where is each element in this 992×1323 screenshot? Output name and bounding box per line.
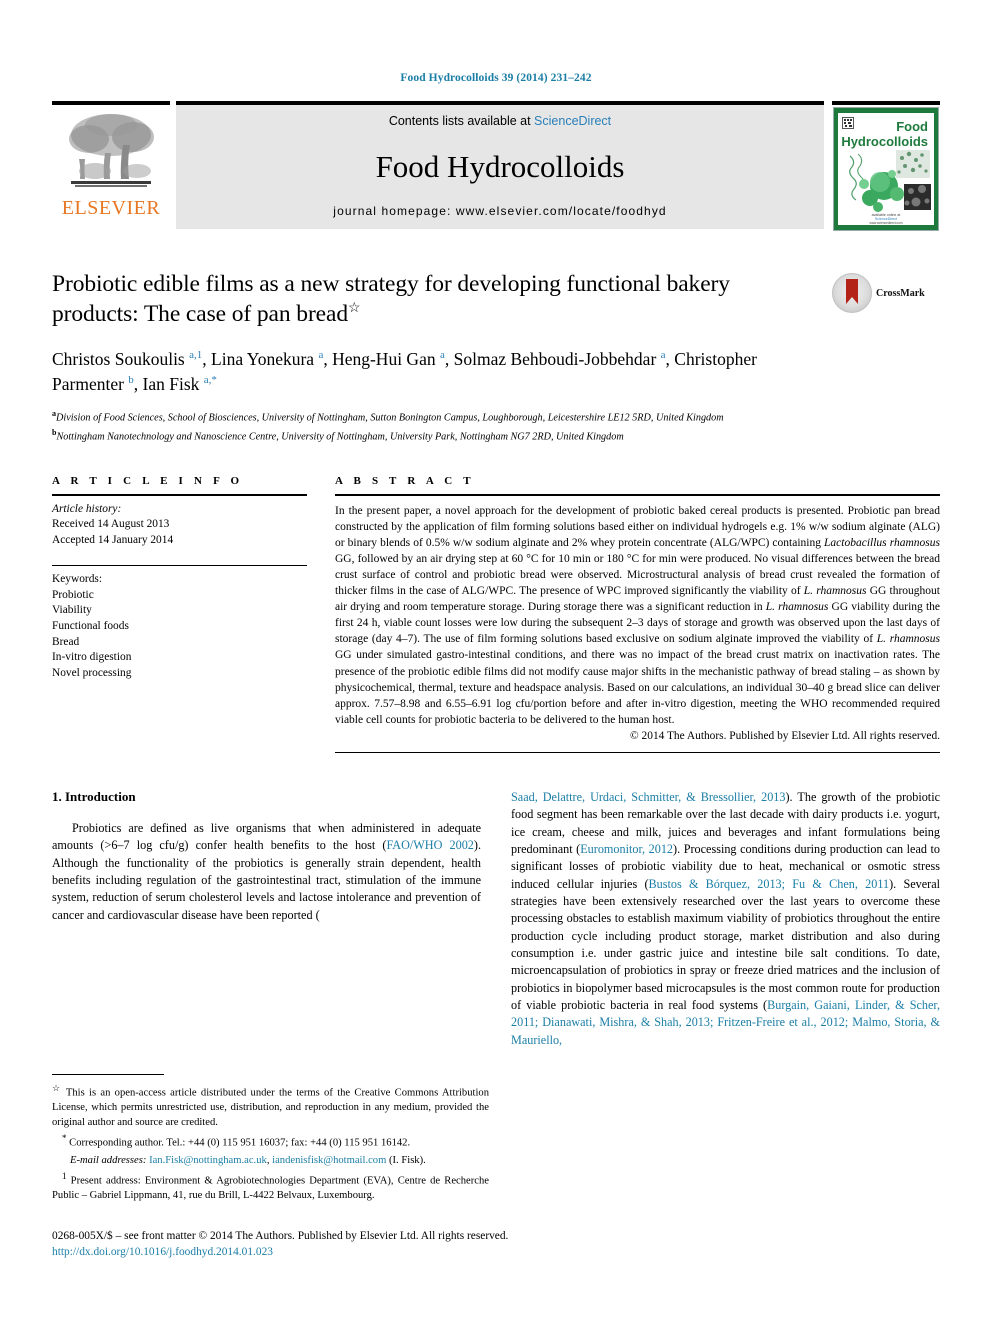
abstract-heading: A B S T R A C T [335,474,475,487]
affiliation-b-text: Nottingham Nanotechnology and Nanoscienc… [56,431,624,443]
journal-cover-block: Food Hydrocolloids available online at S… [832,101,940,231]
email-link-secondary[interactable]: iandenisfisk@hotmail.com [272,1155,386,1166]
email-link-primary[interactable]: Ian.Fisk@nottingham.ac.uk [149,1155,267,1166]
article-accepted-date: Accepted 14 January 2014 [52,534,174,547]
footnote-open-access-text: This is an open-access article distribut… [52,1087,489,1128]
keywords-rule [52,564,307,566]
contents-prefix: Contents lists available at [388,114,535,128]
front-matter-line: 0268-005X/$ – see front matter © 2014 Th… [52,1229,509,1242]
affiliation-a-text: Division of Food Sciences, School of Bio… [56,412,724,424]
crossmark-label: CrossMark [876,287,925,299]
keyword-item: Viability [52,604,92,617]
keywords-label: Keywords: [52,572,102,585]
journal-cover-image: Food Hydrocolloids available online at S… [833,107,939,231]
intro-paragraph-left: Probiotics are defined as live organisms… [52,820,481,922]
journal-banner: Contents lists available at ScienceDirec… [176,101,824,229]
keyword-item: Bread [52,635,80,648]
affiliation-b: bNottingham Nanotechnology and Nanoscien… [52,427,624,443]
keyword-item: Functional foods [52,620,129,632]
title-area: Probiotic edible films as a new strategy… [52,269,940,445]
keywords-block: Keywords: Probiotic Viability Functional… [52,564,307,682]
keywords-list: Keywords: Probiotic Viability Functional… [52,572,307,682]
article-title-text: Probiotic edible films as a new strategy… [52,271,730,328]
article-info-heading: A R T I C L E I N F O [52,474,244,487]
body-columns: 1. Introduction Probiotics are defined a… [52,789,940,1049]
elsevier-tree-icon [69,114,154,187]
doi-link[interactable]: http://dx.doi.org/10.1016/j.foodhyd.2014… [52,1244,508,1261]
footnote-emails: E-mail addresses: Ian.Fisk@nottingham.ac… [52,1154,489,1169]
info-abstract-row: A R T I C L E I N F O Article history: R… [52,475,940,753]
svg-text:www.sciencedirect.com: www.sciencedirect.com [869,221,902,225]
abstract-rule-top [335,493,940,496]
keyword-item: Probiotic [52,588,94,601]
keyword-item: Novel processing [52,667,132,680]
footnote-corresponding-text: Corresponding author. Tel.: +44 (0) 115 … [69,1137,411,1149]
journal-cover-art: Food Hydrocolloids available online at S… [834,108,938,230]
abstract-text: In the present paper, a novel approach f… [335,504,940,726]
footnote-present-address-text: Present address: Environment & Agrobiote… [52,1175,489,1202]
article-info-rule-top [52,493,307,496]
footnote-present-address: 1 Present address: Environment & Agrobio… [52,1170,489,1204]
journal-title: Food Hydrocolloids [375,148,625,184]
contents-list-line: Contents lists available at ScienceDirec… [389,114,611,128]
article-history-label: Article history: [52,502,122,515]
article-info-column: A R T I C L E I N F O Article history: R… [52,475,335,682]
crossmark-icon [832,273,872,313]
footnote-rule [52,1074,164,1080]
sciencedirect-link[interactable]: ScienceDirect [534,114,611,128]
body-column-right: Saad, Delattre, Urdaci, Schmitter, & Bre… [511,789,940,1049]
svg-text:Food: Food [896,119,928,134]
journal-article-page: Food Hydrocolloids 39 (2014) 231–242 ELS… [0,0,992,1323]
section-title-introduction: 1. Introduction [52,788,136,804]
footnote-open-access: ☆ This is an open-access article distrib… [52,1082,489,1130]
page-footer: 0268-005X/$ – see front matter © 2014 Th… [52,1228,508,1261]
footnote-superscript-one: 1 [62,1171,67,1182]
elsevier-wordmark: ELSEVIER [61,197,161,219]
footnote-email-suffix: (I. Fisk). [389,1154,426,1166]
abstract-copyright: © 2014 The Authors. Published by Elsevie… [630,729,940,742]
footnote-asterisk-icon: * [62,1133,67,1144]
svg-text:Hydrocolloids: Hydrocolloids [841,134,928,149]
footnote-area: ☆ This is an open-access article distrib… [52,1052,489,1204]
journal-masthead: ELSEVIER Contents lists available at Sci… [52,101,940,231]
email-separator: , [266,1154,270,1166]
abstract-rule-bottom [335,751,940,753]
elsevier-logo-block: ELSEVIER [52,101,170,229]
footnote-star-icon: ☆ [52,1083,62,1093]
article-history-block: Article history: Received 14 August 2013… [52,502,307,549]
footnote-email-label: E-mail addresses: [70,1154,147,1166]
footnote-corresponding: * Corresponding author. Tel.: +44 (0) 11… [52,1132,489,1151]
affiliation-a: aDivision of Food Sciences, School of Bi… [52,408,724,424]
page-title: Probiotic edible films as a new strategy… [52,269,818,329]
footnote-list: ☆ This is an open-access article distrib… [52,1082,489,1204]
crossmark-badge[interactable]: CrossMark [832,269,940,313]
title-column: Probiotic edible films as a new strategy… [52,269,832,445]
intro-paragraph-right: Saad, Delattre, Urdaci, Schmitter, & Bre… [511,789,940,1047]
running-head: Food Hydrocolloids 39 (2014) 231–242 [400,72,592,84]
keyword-item: In-vitro digestion [52,651,132,664]
author-list: Christos Soukoulis a,1, Lina Yonekura a,… [52,349,757,394]
abstract-column: A B S T R A C T In the present paper, a … [335,475,940,753]
body-column-left: 1. Introduction Probiotics are defined a… [52,789,481,1049]
journal-homepage-line[interactable]: journal homepage: www.elsevier.com/locat… [333,204,666,218]
open-access-star-icon: ☆ [347,301,361,317]
article-received-date: Received 14 August 2013 [52,518,170,531]
